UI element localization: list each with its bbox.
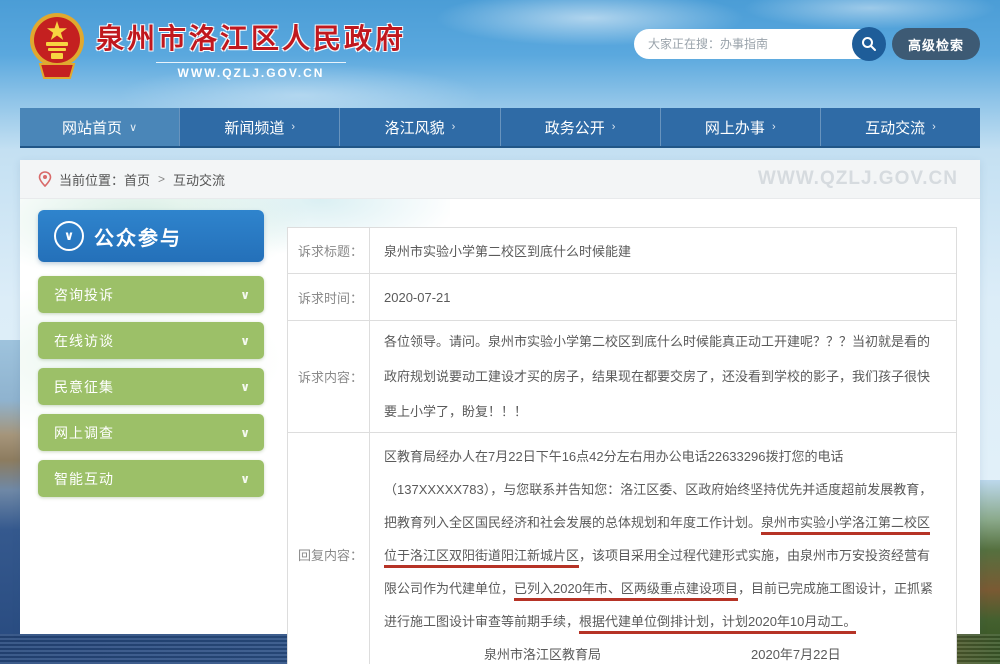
chevron-icon: › <box>291 121 295 133</box>
sidebar-item[interactable]: 网上调查 ∨ <box>38 414 264 451</box>
request-content-value: 各位领导。请问。泉州市实验小学第二校区到底什么时候能真正动工开建呢？？？当初就是… <box>370 321 956 432</box>
circled-chevron-down-icon: ∨ <box>54 221 84 251</box>
page: 泉州市洛江区人民政府 WWW.QZLJ.GOV.CN 高级检索 网站首页 <box>0 0 1000 664</box>
nav-item-label: 互动交流 <box>865 117 925 138</box>
search-icon <box>861 36 877 52</box>
sidebar-item[interactable]: 在线访谈 ∨ <box>38 322 264 359</box>
reply-text-segment: 已列入2020年市、区两级重点建设项目 <box>514 581 738 601</box>
chevron-icon: ∨ <box>129 121 137 134</box>
reply-sign-date: 2020年7月22日 <box>751 638 841 664</box>
location-pin-icon <box>38 171 52 187</box>
chevron-down-icon: ∨ <box>240 380 250 394</box>
request-time-value: 2020-07-21 <box>370 274 956 320</box>
breadcrumb-home-link[interactable]: 首页 <box>124 170 150 189</box>
main-nav: 网站首页 ∨ 新闻频道 › 洛江风貌 › 政务公开 › 网上办事 › <box>20 108 980 148</box>
breadcrumb: 当前位置： 首页 > 互动交流 WWW.QZLJ.GOV.CN <box>20 160 980 199</box>
site-url: WWW.QZLJ.GOV.CN <box>156 62 346 80</box>
national-emblem-icon <box>28 12 86 86</box>
sidebar-item-label: 民意征集 <box>54 377 114 397</box>
advanced-search-button[interactable]: 高级检索 <box>892 28 980 60</box>
request-content-label: 诉求内容： <box>288 321 370 432</box>
nav-item[interactable]: 洛江风貌 › <box>339 108 499 146</box>
nav-item[interactable]: 网上办事 › <box>660 108 820 146</box>
chevron-down-icon: ∨ <box>240 472 250 486</box>
nav-item-label: 洛江风貌 <box>385 117 445 138</box>
nav-item-label: 政务公开 <box>545 117 605 138</box>
breadcrumb-current-link[interactable]: 互动交流 <box>173 170 225 189</box>
search-input[interactable] <box>634 29 882 59</box>
main-panel: 当前位置： 首页 > 互动交流 WWW.QZLJ.GOV.CN ∨ 公众参与 咨… <box>20 160 980 634</box>
watermark-text: WWW.QZLJ.GOV.CN <box>758 168 958 190</box>
chevron-down-icon: ∨ <box>240 288 250 302</box>
reply-text-segment: 根据代建单位倒排计划，计划2020年10月动工。 <box>579 614 856 634</box>
search-area: 高级检索 <box>634 28 980 60</box>
nav-item[interactable]: 新闻频道 › <box>179 108 339 146</box>
background-scenery-left <box>0 340 20 664</box>
sidebar-item[interactable]: 智能互动 ∨ <box>38 460 264 497</box>
table-row-title: 诉求标题： 泉州市实验小学第二校区到底什么时候能建 <box>288 228 956 274</box>
title-value: 泉州市实验小学第二校区到底什么时候能建 <box>370 228 956 273</box>
sidebar-item-label: 咨询投诉 <box>54 285 114 305</box>
breadcrumb-separator: > <box>158 172 165 186</box>
sidebar-item-label: 网上调查 <box>54 423 114 443</box>
reply-content-value: 区教育局经办人在7月22日下午16点42分左右用办公电话22633296拨打您的… <box>370 433 956 664</box>
site-header: 泉州市洛江区人民政府 WWW.QZLJ.GOV.CN 高级检索 <box>0 0 1000 100</box>
chevron-icon: › <box>772 121 776 133</box>
reply-content-label: 回复内容： <box>288 433 370 664</box>
reply-signature: 泉州市洛江区教育局 2020年7月22日 <box>384 638 942 664</box>
chevron-down-icon: ∨ <box>240 334 250 348</box>
chevron-icon: › <box>452 121 456 133</box>
nav-item[interactable]: 互动交流 › <box>820 108 980 146</box>
chevron-down-icon: ∨ <box>240 426 250 440</box>
nav-item[interactable]: 政务公开 › <box>500 108 660 146</box>
search-button[interactable] <box>852 27 886 61</box>
table-row-request-time: 诉求时间： 2020-07-21 <box>288 274 956 321</box>
site-title: 泉州市洛江区人民政府 <box>96 24 406 54</box>
chevron-icon: › <box>612 121 616 133</box>
nav-item-label: 网站首页 <box>62 117 122 138</box>
sidebar-item[interactable]: 民意征集 ∨ <box>38 368 264 405</box>
site-logo-link[interactable]: 泉州市洛江区人民政府 WWW.QZLJ.GOV.CN <box>28 12 406 86</box>
request-detail-table: 诉求标题： 泉州市实验小学第二校区到底什么时候能建 诉求时间： 2020-07-… <box>287 227 957 664</box>
title-label: 诉求标题： <box>288 228 370 273</box>
chevron-icon: › <box>932 121 936 133</box>
nav-item[interactable]: 网站首页 ∨ <box>20 108 179 146</box>
sidebar-header-label: 公众参与 <box>94 222 182 251</box>
sidebar-list: 咨询投诉 ∨ 在线访谈 ∨ 民意征集 ∨ 网上调查 <box>38 276 264 497</box>
sidebar-item-label: 在线访谈 <box>54 331 114 351</box>
sidebar-item-label: 智能互动 <box>54 469 114 489</box>
table-row-request-content: 诉求内容： 各位领导。请问。泉州市实验小学第二校区到底什么时候能真正动工开建呢？… <box>288 321 956 433</box>
nav-item-label: 网上办事 <box>705 117 765 138</box>
nav-item-label: 新闻频道 <box>224 117 284 138</box>
request-time-label: 诉求时间： <box>288 274 370 320</box>
table-row-reply-content: 回复内容： 区教育局经办人在7月22日下午16点42分左右用办公电话226332… <box>288 433 956 664</box>
sidebar: ∨ 公众参与 咨询投诉 ∨ 在线访谈 ∨ 民意征集 <box>38 210 264 506</box>
reply-text: 区教育局经办人在7月22日下午16点42分左右用办公电话22633296拨打您的… <box>384 449 933 634</box>
sidebar-item[interactable]: 咨询投诉 ∨ <box>38 276 264 313</box>
breadcrumb-label: 当前位置： <box>59 170 124 189</box>
reply-signer: 泉州市洛江区教育局 <box>484 638 601 664</box>
sidebar-header-public-participation[interactable]: ∨ 公众参与 <box>38 210 264 262</box>
